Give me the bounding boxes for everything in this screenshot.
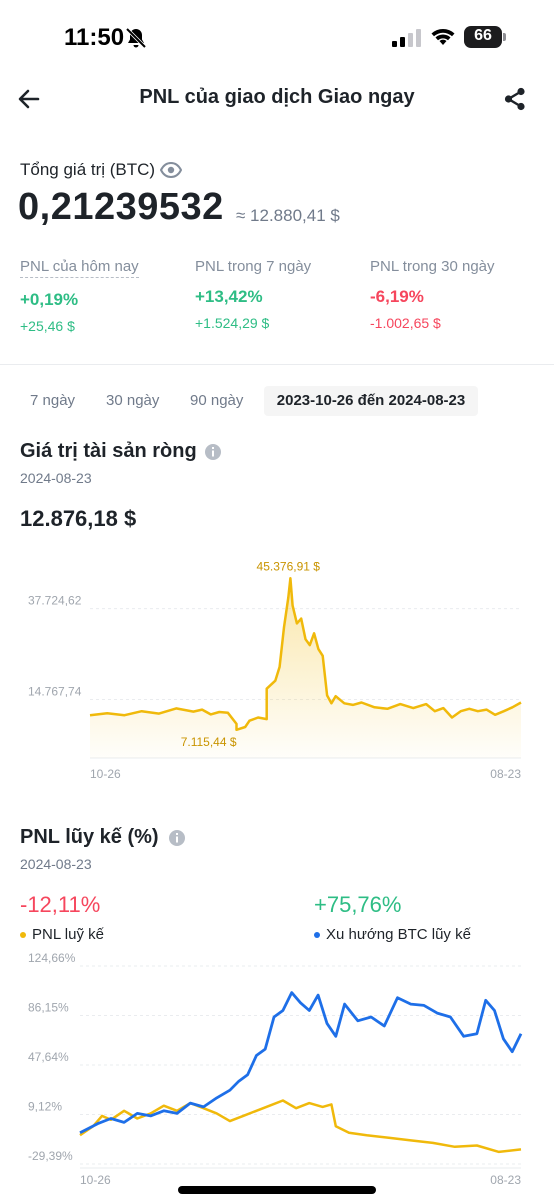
cumulative-pnl-value: -12,11%: [20, 892, 101, 917]
legend-pnl-swatch: [20, 932, 26, 938]
pnl-30d-amount: -1.002,65 $: [370, 315, 441, 331]
x-tick-label: 10-26: [90, 767, 121, 781]
x-tick-label: 08-23: [490, 767, 521, 781]
cumulative-pnl-date: 2024-08-23: [20, 856, 92, 872]
total-value-usd: ≈ 12.880,41 $: [236, 206, 340, 225]
net-value-date: 2024-08-23: [20, 470, 92, 486]
info-icon[interactable]: [168, 829, 186, 847]
net-value-area: [90, 578, 521, 758]
pnl-today: PNL của hôm nay +0,19% +25,46 $: [20, 258, 139, 334]
pnl-today-label[interactable]: PNL của hôm nay: [20, 258, 139, 278]
wifi-icon: [431, 29, 455, 45]
cumulative-btc-value: +75,76%: [314, 892, 402, 917]
total-value-btc: 0,21239532: [18, 186, 224, 228]
pnl-7d-label: PNL trong 7 ngày: [195, 258, 312, 275]
pnl-today-amount: +25,46 $: [20, 318, 75, 334]
cumulative-pnl-chart[interactable]: 124,66% 86,15% 47,64% 9,12% -29,39% 10-26 08-…: [0, 952, 554, 1184]
tab-90-days[interactable]: 90 ngày: [182, 386, 251, 416]
y-tick-label: 47,64%: [28, 1050, 69, 1064]
pnl-7d-amount: +1.524,29 $: [195, 315, 270, 331]
tab-7-days[interactable]: 7 ngày: [22, 386, 83, 416]
net-value-title: Giá trị tài sản ròng: [20, 440, 197, 462]
legend-pnl-label: PNL luỹ kế: [32, 926, 104, 943]
tab-custom-range[interactable]: 2023-10-26 đến 2024-08-23: [264, 386, 478, 416]
page-title: PNL của giao dịch Giao ngay: [139, 86, 415, 108]
tab-30-days[interactable]: 30 ngày: [98, 386, 167, 416]
cellular-signal-icon: [392, 29, 421, 47]
bell-slash-icon: [125, 27, 147, 49]
chart-annotation: 7.115,44 $: [181, 735, 237, 749]
x-tick-label: 10-26: [80, 1173, 111, 1184]
share-icon[interactable]: [502, 86, 528, 112]
y-tick-label: 9,12%: [28, 1100, 62, 1114]
y-tick-label: 86,15%: [28, 1000, 69, 1014]
status-time: 11:50: [64, 24, 125, 51]
eye-icon[interactable]: [160, 161, 182, 179]
legend-btc-swatch: [314, 932, 320, 938]
btc-cumulative-line: [79, 991, 523, 1134]
pnl-7d: PNL trong 7 ngày +13,42% +1.524,29 $: [195, 258, 311, 331]
pnl-30d: PNL trong 30 ngày -6,19% -1.002,65 $: [370, 258, 495, 331]
y-tick-label: 37.724,62: [28, 594, 82, 608]
top-nav: PNL của giao dịch Giao ngay: [0, 72, 554, 124]
y-tick-label: 124,66%: [28, 952, 76, 965]
info-icon[interactable]: [204, 443, 222, 461]
battery-level: 66: [474, 27, 492, 44]
section-divider: [0, 364, 554, 365]
pnl-7d-percent: +13,42%: [195, 287, 263, 306]
legend-btc-label: Xu hướng BTC lũy kế: [326, 926, 471, 943]
pnl-30d-label: PNL trong 30 ngày: [370, 258, 495, 275]
pnl-cumulative-line: [79, 1099, 522, 1154]
pnl-today-percent: +0,19%: [20, 290, 79, 309]
net-value-chart[interactable]: 37.724,62 14.767,74 45.376,91 $ 7.115,44 $…: [0, 550, 554, 790]
battery-indicator: 66: [464, 26, 506, 48]
net-value-amount: 12.876,18 $: [20, 506, 137, 531]
y-tick-label: -29,39%: [28, 1149, 73, 1163]
chart-annotation: 45.376,91 $: [257, 559, 321, 573]
total-value-label: Tổng giá trị (BTC): [20, 160, 156, 179]
status-bar: 11:50 66: [0, 0, 554, 72]
cumulative-pnl-title: PNL lũy kế (%): [20, 826, 159, 848]
y-tick-label: 14.767,74: [28, 684, 82, 698]
x-tick-label: 08-23: [490, 1173, 521, 1184]
home-indicator: [178, 1186, 376, 1194]
pnl-30d-percent: -6,19%: [370, 287, 424, 306]
